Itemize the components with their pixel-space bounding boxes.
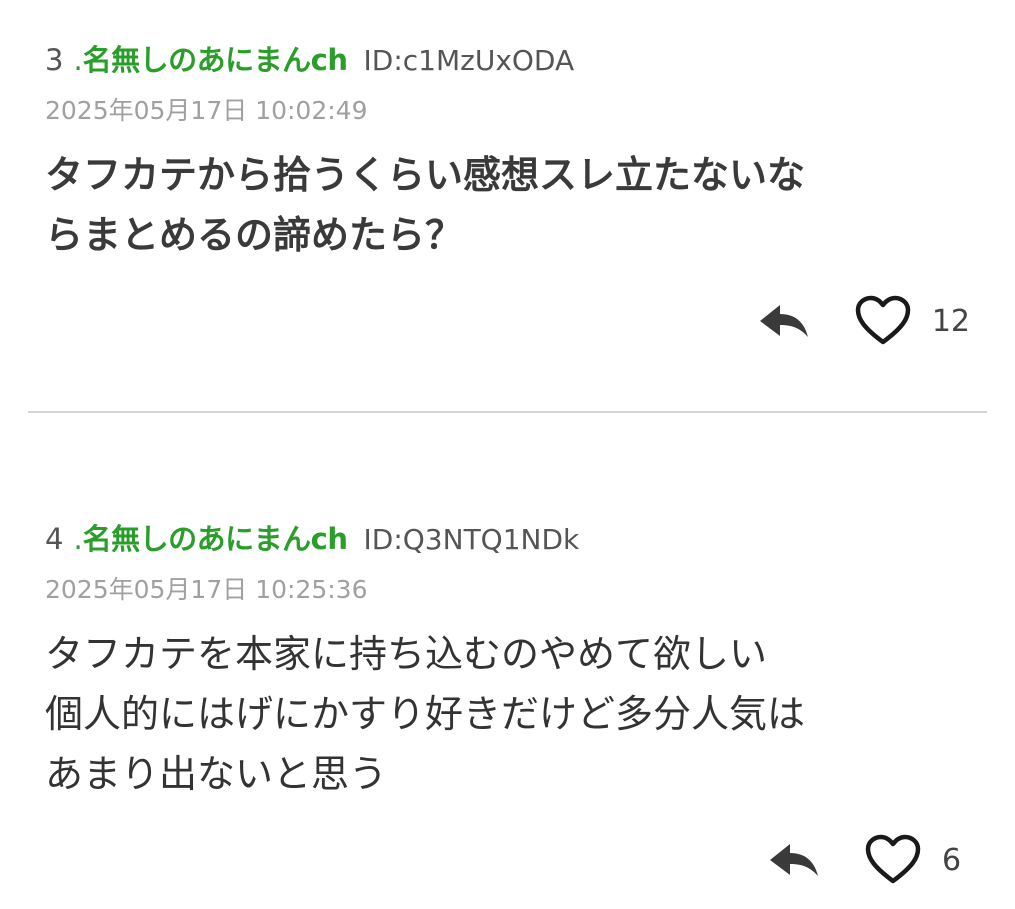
post-body: タフカテを本家に持ち込むのやめて欲しい 個人的にはげにかすり好きだけど多分人気は… [45,632,806,796]
post-number: 3 [45,43,64,77]
post-body: タフカテから拾うくらい感想スレ立たないな らまとめるの諦めたら？ [45,153,806,257]
poster-id: ID:Q3NTQ1NDk [363,523,580,556]
poster-name: 名無しのあにまんch [82,43,348,77]
post-number-dot: . [73,522,83,556]
heart-outline-glyph [855,295,911,345]
post-timestamp: 2025年05月17日 10:02:49 [45,96,368,125]
post-number: 4 [45,522,64,556]
post-timestamp: 2025年05月17日 10:25:36 [45,575,368,604]
post-actions: 12 [758,295,970,347]
poster-name: 名無しのあにまんch [82,522,348,556]
reply-arrow-glyph [770,844,818,876]
post-header: 3 . 名無しのあにまんch ID:c1MzUxODA [45,40,970,81]
post-item: 4 . 名無しのあにまんch ID:Q3NTQ1NDk 2025年05月17日 … [45,519,970,884]
post-actions: 6 [768,834,970,886]
post-header: 4 . 名無しのあにまんch ID:Q3NTQ1NDk [45,519,970,560]
heart-outline-icon[interactable] [864,834,922,886]
reply-icon[interactable] [768,840,820,880]
reply-arrow-glyph [759,305,808,337]
poster-id: ID:c1MzUxODA [363,44,575,77]
post-number-dot: . [73,43,83,77]
reply-icon[interactable] [758,301,810,341]
post-item: 3 . 名無しのあにまんch ID:c1MzUxODA 2025年05月17日 … [45,40,970,345]
heart-outline-icon[interactable] [854,295,912,347]
heart-outline-glyph [865,834,921,884]
like-count: 12 [931,303,970,339]
post-divider [28,411,987,413]
like-count: 6 [942,842,962,878]
